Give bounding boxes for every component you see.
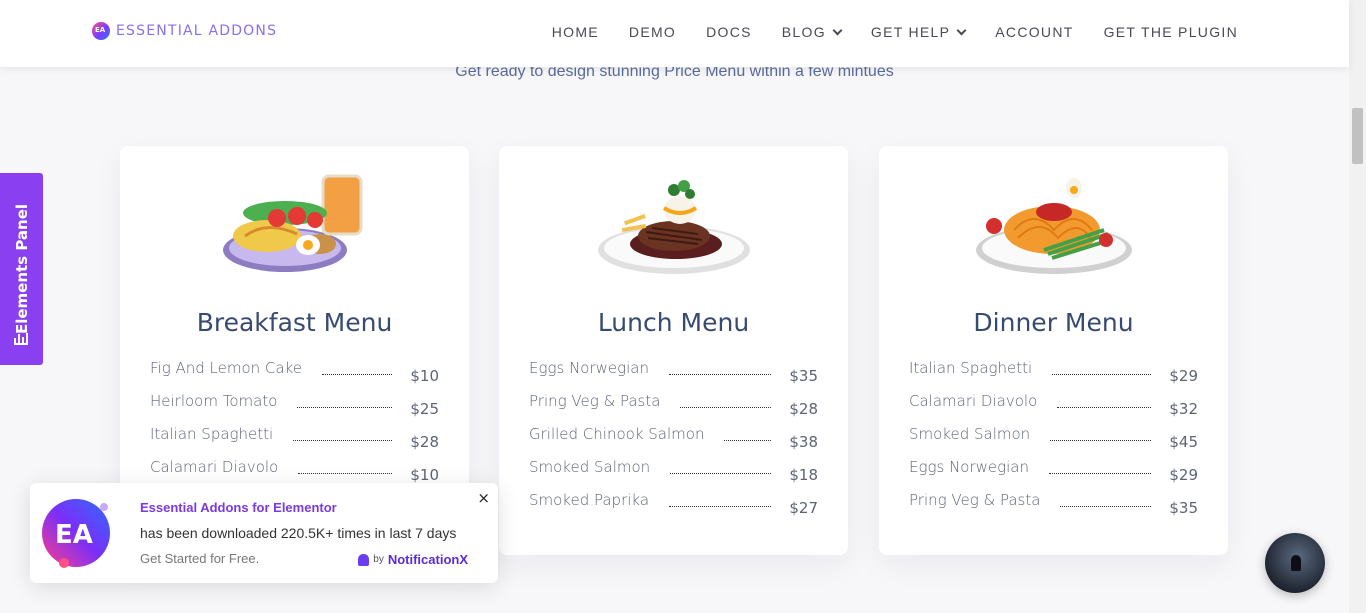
dotted-leader [297,407,393,408]
elements-panel-tab[interactable]: Elements Panel [0,173,43,365]
elements-panel-label: Elements Panel [12,203,31,335]
main-nav: HOME DEMO DOCS BLOG GET HELP ACCOUNT GET… [552,24,1238,40]
item-price: $18 [789,466,818,484]
price-menu-card-lunch: Lunch Menu Eggs Norwegian $35 Pring Veg &… [499,146,848,555]
menu-list: Eggs Norwegian $35 Pring Veg & Pasta $28 G… [529,359,818,524]
nav-docs[interactable]: DOCS [706,24,752,40]
download-notification[interactable]: EA Essential Addons for Elementor has be… [30,483,498,583]
dotted-leader [293,440,393,441]
logo-icon [92,22,110,40]
nav-get-the-plugin[interactable]: GET THE PLUGIN [1104,24,1238,40]
item-name: Pring Veg & Pasta [529,392,661,410]
dotted-leader [669,374,772,375]
item-name: Grilled Chinook Salmon [529,425,705,443]
nav-get-help[interactable]: GET HELP [871,24,967,40]
dotted-leader [670,473,772,474]
menu-item: Smoked Salmon $45 [909,425,1198,458]
item-name: Smoked Salmon [529,458,651,476]
chevron-down-icon [956,25,967,35]
close-icon[interactable]: × [477,489,490,507]
logo-text: ESSENTIAL ADDONS [116,23,278,39]
notificationx-brand: NotificationX [387,552,468,567]
menu-list: Italian Spaghetti $29 Calamari Diavolo $32… [909,359,1198,524]
bell-icon [358,553,370,566]
item-price: $38 [789,433,818,451]
menu-item: Pring Veg & Pasta $28 [529,392,818,425]
price-menu-card-dinner: Dinner Menu Italian Spaghetti $29 Calamar… [879,146,1228,555]
menu-item: Grilled Chinook Salmon $38 [529,425,818,458]
menu-item: Smoked Salmon $18 [529,458,818,491]
scrollbar-thumb[interactable] [1352,108,1363,164]
dotted-leader [1060,506,1152,507]
svg-text:EA: EA [55,520,93,550]
menu-item: Italian Spaghetti $29 [909,359,1198,392]
item-name: Calamari Diavolo [150,458,279,476]
menu-list: Fig And Lemon Cake $10 Heirloom Tomato $25… [150,359,439,491]
dotted-leader [1052,374,1152,375]
item-name: Smoked Paprika [529,491,650,509]
page-scrollbar[interactable] [1349,0,1366,613]
dotted-leader [1049,473,1152,474]
chat-avatar-button[interactable] [1265,533,1325,593]
chevron-down-icon [832,25,843,35]
menu-item: Fig And Lemon Cake $10 [150,359,439,392]
menu-item: Eggs Norwegian $35 [529,359,818,392]
nav-account[interactable]: ACCOUNT [995,24,1073,40]
menu-item: Smoked Paprika $27 [529,491,818,524]
item-name: Pring Veg & Pasta [909,491,1041,509]
spaghetti-plate-image [975,178,1132,274]
item-name: Heirloom Tomato [150,392,278,410]
item-price: $28 [789,400,818,418]
essential-addons-logo-icon: EA [42,499,110,568]
notificationx-credit[interactable]: by NotificationX [358,552,468,567]
dotted-leader [669,506,772,507]
menu-item: Heirloom Tomato $25 [150,392,439,425]
item-price: $35 [1169,499,1198,517]
breakfast-plate-image [222,174,362,272]
dotted-leader [1057,407,1152,408]
nav-demo[interactable]: DEMO [629,24,676,40]
item-name: Calamari Diavolo [909,392,1038,410]
item-name: Italian Spaghetti [909,359,1033,377]
notification-cta[interactable]: Get Started for Free. [140,551,259,566]
menu-item: Calamari Diavolo $32 [909,392,1198,425]
site-header: ESSENTIAL ADDONS HOME DEMO DOCS BLOG GET… [0,0,1349,67]
item-price: $10 [410,466,439,484]
notification-title[interactable]: Essential Addons for Elementor [140,500,337,515]
item-name: Eggs Norwegian [529,359,649,377]
nav-blog[interactable]: BLOG [782,24,843,40]
site-logo[interactable]: ESSENTIAL ADDONS [92,22,277,40]
dotted-leader [1050,440,1152,441]
dotted-leader [724,440,772,441]
item-price: $29 [1169,466,1198,484]
menu-item: Italian Spaghetti $28 [150,425,439,458]
menu-item: Pring Veg & Pasta $35 [909,491,1198,524]
notification-text: has been downloaded 220.5K+ times in las… [140,525,457,541]
item-price: $29 [1169,367,1198,385]
menu-item: Eggs Norwegian $29 [909,458,1198,491]
dotted-leader [298,473,393,474]
item-name: Smoked Salmon [909,425,1031,443]
nav-home[interactable]: HOME [552,24,599,40]
item-price: $32 [1169,400,1198,418]
item-name: Eggs Norwegian [909,458,1029,476]
item-price: $35 [789,367,818,385]
item-price: $45 [1169,433,1198,451]
dotted-leader [321,374,393,375]
item-name: Fig And Lemon Cake [150,359,302,377]
bar-chart-icon [14,333,28,345]
dotted-leader [680,407,772,408]
menu-title: Breakfast Menu [196,308,393,337]
menu-title: Dinner Menu [973,308,1134,337]
item-price: $25 [410,400,439,418]
menu-title: Lunch Menu [597,308,750,337]
item-price: $28 [410,433,439,451]
steak-plate-image [597,180,750,274]
item-name: Italian Spaghetti [150,425,274,443]
item-price: $27 [789,499,818,517]
item-price: $10 [410,367,439,385]
